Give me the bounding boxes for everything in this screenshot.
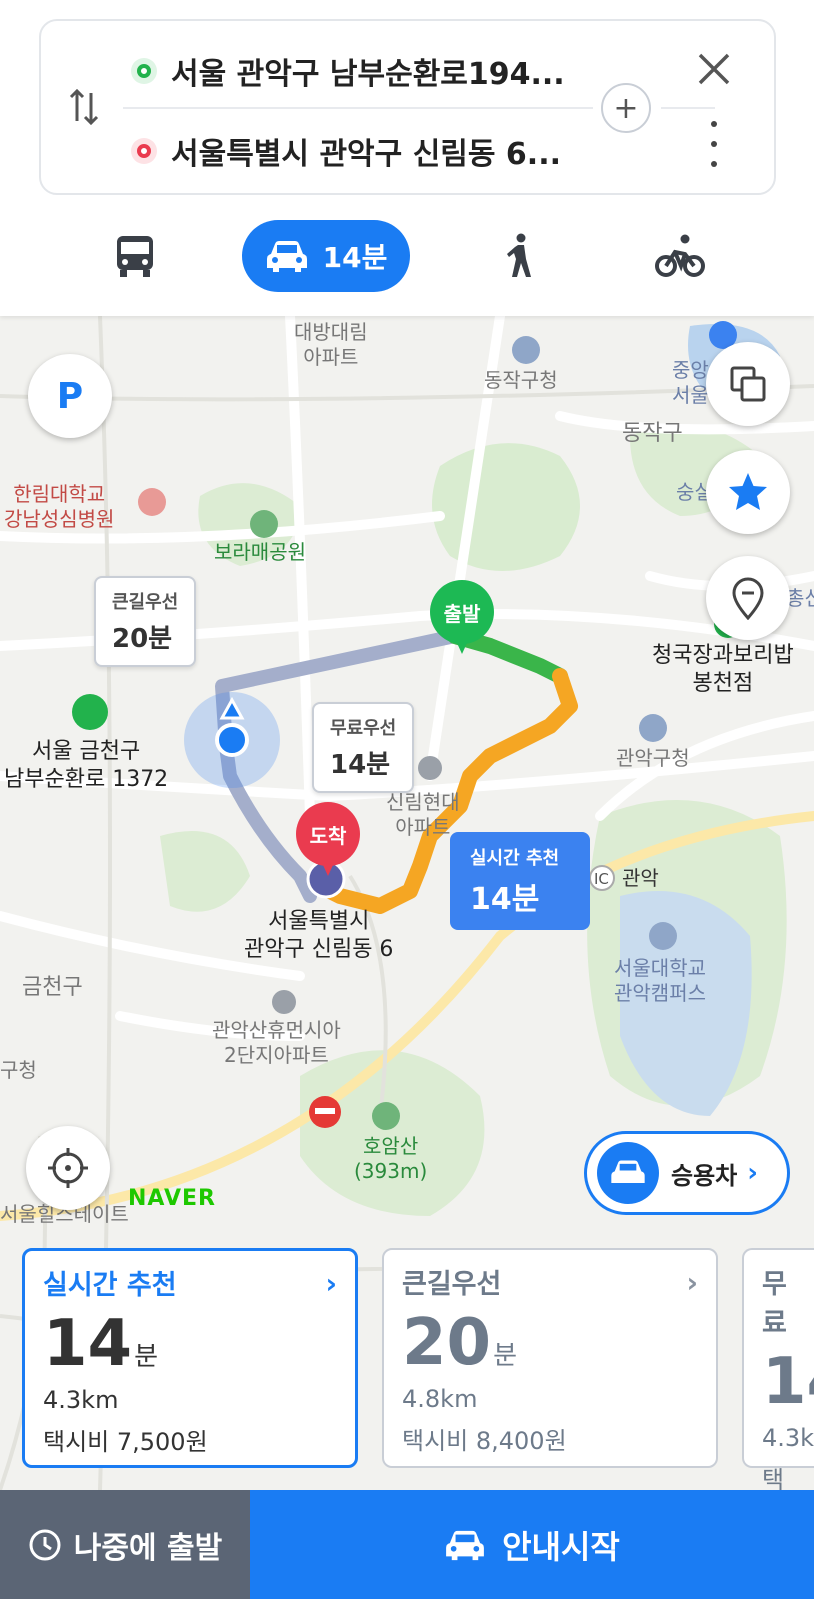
route-card-time: 14: [762, 1345, 814, 1419]
swap-icon[interactable]: [67, 87, 101, 127]
car-icon: [266, 241, 307, 272]
crosshair-icon: [48, 1148, 88, 1188]
route-card-free[interactable]: 무료 14 4.3k 택시: [742, 1248, 814, 1529]
car-icon: [597, 1142, 659, 1204]
start-navigation-label: 안내시작: [502, 1527, 620, 1566]
map-label: 대방대림 아파트: [294, 320, 368, 369]
map-label: 한림대학교 강남성심병원: [4, 482, 115, 531]
more-options-button[interactable]: [699, 121, 729, 167]
clock-icon: [29, 1529, 61, 1560]
parking-button[interactable]: P: [28, 354, 112, 438]
location-pin-button[interactable]: [706, 556, 790, 640]
star-icon: [729, 473, 767, 510]
route-card-title: 무료: [762, 1269, 787, 1339]
add-stop-button[interactable]: +: [601, 83, 651, 133]
chevron-right-icon: ›: [325, 1267, 337, 1300]
route-card-title: 실시간 추천: [43, 1270, 177, 1301]
tab-car[interactable]: 14분: [242, 220, 410, 292]
map-label: 구청: [0, 1058, 37, 1082]
callout-title: 무료우선: [330, 718, 397, 739]
start-marker: 출발: [430, 580, 494, 658]
bike-icon: [655, 234, 705, 277]
callout-title: 큰길우선: [112, 592, 179, 613]
depart-later-button[interactable]: 나중에 출발: [0, 1490, 250, 1599]
car-icon: [446, 1530, 484, 1560]
route-card-highway[interactable]: 큰길우선 › 20 분 4.8km 택시비 8,400원: [382, 1248, 718, 1468]
callout-time: 20분: [112, 624, 173, 654]
route-card-time: 20 분: [402, 1306, 517, 1380]
bottom-action-bar: 나중에 출발 안내시작: [0, 1490, 814, 1599]
end-marker: 도착: [296, 802, 360, 880]
tab-transit[interactable]: [100, 220, 170, 292]
route-card-realtime[interactable]: 실시간 추천 › 14 분 4.3km 택시비 7,500원: [22, 1248, 358, 1468]
depart-later-label: 나중에 출발: [73, 1530, 223, 1566]
tab-walk[interactable]: [490, 220, 550, 292]
map-label: IC: [594, 870, 609, 888]
pin-icon: [732, 577, 764, 620]
close-icon[interactable]: [696, 51, 732, 87]
map-label: 중앙 서울: [672, 358, 709, 407]
route-callout-realtime[interactable]: 실시간 추천 14분: [450, 832, 590, 930]
map-label: 서울 금천구 남부순환로 1372: [4, 739, 169, 792]
route-input-box: 서울 관악구 남부순환로194... + 서울특별시 관악구 신림동 6...: [39, 19, 776, 195]
map-label: 신림현대 아파트: [386, 790, 460, 839]
route-divider: [661, 107, 715, 109]
layers-button[interactable]: [706, 342, 790, 426]
bus-icon: [117, 236, 153, 277]
route-options-carousel: 실시간 추천 › 14 분 4.3km 택시비 7,500원 큰길우선 › 20 분…: [0, 1244, 814, 1529]
route-divider: [123, 107, 593, 109]
callout-time: 14분: [470, 882, 540, 917]
route-card-distance: 4.8km: [402, 1385, 478, 1413]
origin-field[interactable]: 서울 관악구 남부순환로194...: [131, 41, 565, 101]
car-time-label: 14분: [322, 241, 388, 274]
origin-dot-icon: [131, 58, 157, 84]
map-label: 서울대학교 관악캠퍼스: [614, 956, 706, 1005]
map-label: 청국장과보리밥 봉천점: [652, 643, 794, 696]
transport-mode-tabs: 14분: [0, 220, 814, 292]
destination-address-label: 서울특별시 관악구 신림동 6: [244, 909, 394, 962]
my-location-button[interactable]: [26, 1126, 110, 1210]
map-label: 호암산 (393m): [354, 1134, 428, 1183]
walk-icon: [507, 233, 531, 277]
origin-text: 서울 관악구 남부순환로194...: [171, 57, 565, 92]
route-card-taxi-fare: 택시비 8,400원: [402, 1427, 567, 1455]
route-header: 서울 관악구 남부순환로194... + 서울특별시 관악구 신림동 6...: [0, 0, 814, 316]
map-label: 금천구: [22, 975, 83, 1000]
map-label: 동작구청: [484, 368, 558, 392]
tab-bike[interactable]: [650, 220, 710, 292]
map-label: 동작구: [622, 421, 683, 446]
route-card-distance: 4.3k: [762, 1424, 814, 1452]
layers-icon: [730, 366, 766, 402]
route-card-time: 14 분: [43, 1307, 158, 1381]
chevron-right-icon: ›: [686, 1266, 698, 1299]
map-label: 총신: [786, 586, 814, 610]
destination-field[interactable]: 서울특별시 관악구 신림동 6...: [131, 121, 561, 181]
start-navigation-button[interactable]: 안내시작: [250, 1490, 814, 1599]
callout-time: 14분: [330, 750, 391, 780]
map-label: 관악: [622, 866, 659, 890]
callout-title: 실시간 추천: [470, 848, 560, 869]
map-label: 관악구청: [616, 746, 690, 770]
favorites-button[interactable]: [706, 450, 790, 534]
destination-dot-icon: [131, 138, 157, 164]
route-card-taxi-fare: 택시비 7,500원: [43, 1428, 208, 1456]
route-card-distance: 4.3km: [43, 1386, 119, 1414]
map-label: 보라매공원: [214, 540, 306, 564]
vehicle-type-label: 승용차: [671, 1161, 738, 1190]
route-callout-highway[interactable]: 큰길우선 20분: [94, 576, 197, 667]
route-card-title: 큰길우선: [402, 1269, 502, 1300]
vehicle-type-button[interactable]: 승용차 ›: [584, 1131, 790, 1215]
naver-logo: NAVER: [128, 1186, 216, 1211]
chevron-right-icon: ›: [747, 1158, 758, 1188]
map-label: 관악산휴먼시아 2단지아파트: [212, 1018, 341, 1067]
route-callout-free[interactable]: 무료우선 14분: [312, 702, 415, 793]
destination-text: 서울특별시 관악구 신림동 6...: [171, 137, 561, 172]
